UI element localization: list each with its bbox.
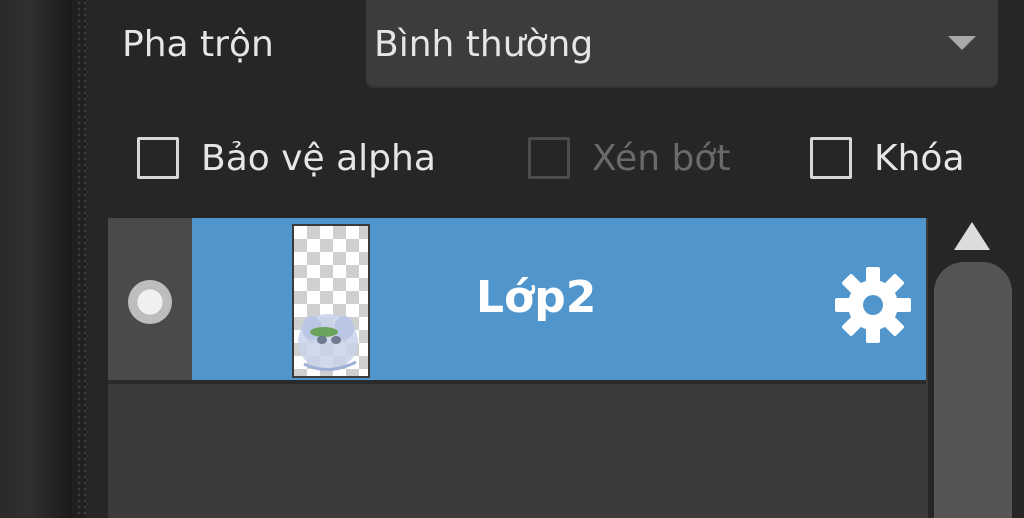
layer-name[interactable]: Lớp2 [476, 272, 596, 323]
chevron-down-icon [948, 36, 976, 50]
layer-thumbnail [292, 224, 370, 378]
protect-alpha-label: Bảo vệ alpha [201, 137, 436, 179]
clip-checkbox [528, 137, 570, 179]
scrollbar-handle[interactable] [934, 262, 1012, 518]
left-edge-strip [0, 0, 72, 518]
clip-label: Xén bớt [592, 137, 731, 179]
protect-alpha-option[interactable]: Bảo vệ alpha [137, 130, 436, 186]
clip-option: Xén bớt [528, 130, 730, 186]
lock-label: Khóa [874, 137, 965, 179]
blend-mode-select[interactable]: Bình thường [366, 0, 998, 88]
blend-mode-value: Bình thường [374, 24, 594, 65]
scroll-up-arrow-icon[interactable] [954, 222, 990, 250]
row-divider [108, 380, 926, 384]
lock-checkbox[interactable] [810, 137, 852, 179]
visibility-dot-icon[interactable] [128, 280, 172, 324]
dock-splitter[interactable] [76, 0, 86, 518]
blend-mode-label: Pha trộn [122, 24, 274, 65]
thumbnail-art [298, 314, 358, 371]
protect-alpha-checkbox[interactable] [137, 137, 179, 179]
gear-icon[interactable] [832, 264, 914, 346]
lock-option[interactable]: Khóa [810, 130, 965, 186]
